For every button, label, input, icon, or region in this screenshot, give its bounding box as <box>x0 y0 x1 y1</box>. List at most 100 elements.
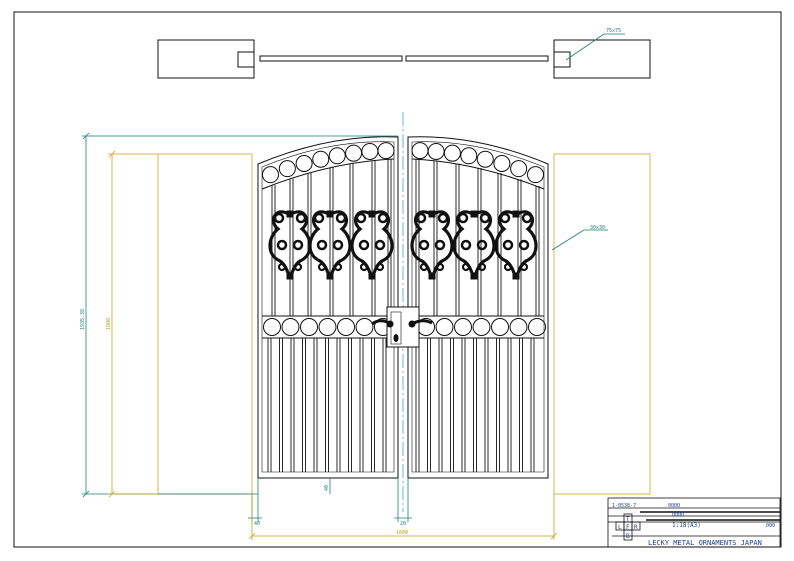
center-gap-label: 20 <box>400 521 406 527</box>
mid-ring <box>472 318 491 336</box>
scroll-curl <box>476 239 488 251</box>
left-gap-label: 40 <box>254 521 260 527</box>
plan-left-leaf <box>259 55 403 62</box>
plan-left-post <box>237 51 255 68</box>
arch-ring <box>312 150 330 168</box>
scroll-collar <box>286 210 294 218</box>
scroll-curl <box>374 239 386 251</box>
plan-right-leaf <box>405 55 549 62</box>
pillar-height-dimension <box>108 150 158 498</box>
scroll-curl <box>316 239 328 251</box>
scroll-collar <box>428 210 436 218</box>
arch-ring <box>443 144 461 162</box>
keyhole-icon <box>393 334 399 342</box>
scroll-collar <box>512 272 520 280</box>
scroll-curl <box>359 262 369 272</box>
mid-ring <box>435 318 454 336</box>
scroll-collar <box>470 272 478 280</box>
arch-ring <box>278 160 296 178</box>
scroll-curl <box>375 262 385 272</box>
scroll-curl <box>276 239 288 251</box>
scroll-ornament <box>452 210 496 280</box>
plan-left-pillar <box>157 39 255 79</box>
left-arch-rings <box>261 142 395 184</box>
mid-ring <box>355 318 374 336</box>
post-leader-line <box>565 33 605 61</box>
left-handle-icon <box>371 319 390 326</box>
scroll-curl <box>477 262 487 272</box>
scroll-curl <box>335 212 347 224</box>
mid-ring <box>281 318 300 336</box>
pillar-height-label: 1800 <box>106 318 112 330</box>
post-size-label: 75x75 <box>606 28 621 34</box>
mid-ring <box>491 318 509 336</box>
arch-ring <box>361 142 379 160</box>
title-row2-value: 0000 <box>672 512 684 518</box>
scroll-collar <box>326 272 334 280</box>
scroll-ornament <box>494 210 538 280</box>
scroll-curl <box>518 239 530 251</box>
scroll-collar <box>428 272 436 280</box>
arch-ring <box>295 154 313 172</box>
scroll-curl <box>519 262 529 272</box>
scroll-curl <box>277 262 287 272</box>
scroll-curl <box>479 212 491 224</box>
drawing-number: 1-0538-7 <box>612 503 636 509</box>
scroll-curl <box>355 212 367 224</box>
scroll-curl <box>457 212 469 224</box>
overall-height-dimension <box>82 132 398 498</box>
mid-ring <box>337 318 355 336</box>
scroll-curl <box>317 262 327 272</box>
mid-ring <box>318 318 337 336</box>
scroll-curl <box>503 262 513 272</box>
scale-label: 1:18(A3) <box>672 522 701 529</box>
scroll-curl <box>499 212 511 224</box>
scroll-curl <box>418 239 430 251</box>
scroll-collar <box>326 210 334 218</box>
scroll-curl <box>292 239 304 251</box>
mid-ring <box>509 318 528 336</box>
scroll-curl <box>502 239 514 251</box>
left-leaf-frame <box>257 136 399 479</box>
scroll-curl <box>313 212 325 224</box>
scroll-collar <box>368 272 376 280</box>
scroll-collar <box>368 210 376 218</box>
grid-letter-r: R <box>634 524 638 531</box>
arch-ring <box>460 147 478 165</box>
arch-ring <box>377 142 395 160</box>
mid-ring <box>300 318 318 336</box>
scroll-collar <box>286 272 294 280</box>
right-pillar <box>553 153 651 495</box>
scroll-curl <box>332 239 344 251</box>
title-row3-tail: 000 <box>766 523 775 529</box>
arch-ring <box>328 147 346 165</box>
arch-ring <box>527 166 545 184</box>
scroll-ornament <box>410 210 454 280</box>
left-pillar <box>157 153 253 495</box>
pillar-leader-line <box>551 229 585 251</box>
plan-right-post <box>553 51 571 68</box>
arch-ring <box>411 142 429 160</box>
arch-ring <box>345 144 363 162</box>
mid-ring <box>454 318 472 336</box>
scroll-curl <box>333 262 343 272</box>
plan-view <box>157 39 651 79</box>
overall-height-label: 1935.38 <box>80 309 86 330</box>
scroll-curl <box>295 212 307 224</box>
arch-ring <box>427 142 445 160</box>
plan-right-pillar <box>553 39 651 79</box>
ground-gap-label: 40 <box>324 485 330 491</box>
title-row1-value: 0000 <box>668 503 680 509</box>
scroll-collar <box>512 210 520 218</box>
mid-ring <box>263 318 281 336</box>
scroll-curl <box>358 239 370 251</box>
scroll-curl <box>293 262 303 272</box>
grid-letter-l: L <box>618 524 622 531</box>
scroll-curl <box>434 239 446 251</box>
scroll-curl <box>419 262 429 272</box>
drawing-sheet: 75x75 30x30 1935.38 1800 40 40 20 1600 1… <box>13 11 782 548</box>
scroll-curl <box>377 212 389 224</box>
pillar-size-label: 30x30 <box>590 225 605 231</box>
scroll-curl <box>437 212 449 224</box>
scroll-collar <box>470 210 478 218</box>
